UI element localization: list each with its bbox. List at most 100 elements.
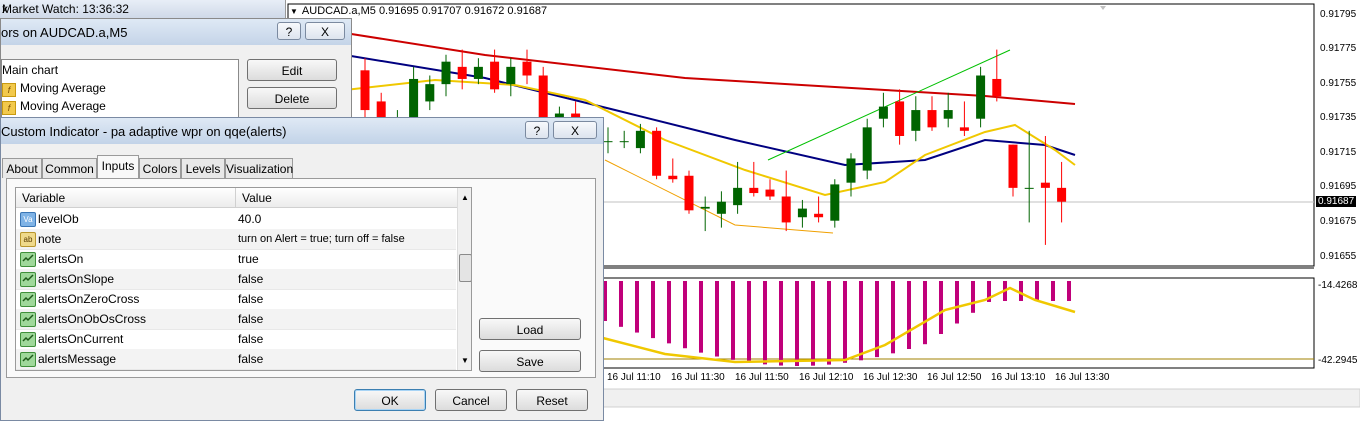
candle-body [684,175,694,211]
candle-body [490,61,500,90]
variable-name: alertsOnObOsCross [38,312,147,326]
price-axis-label: 0.91775 [1320,43,1357,54]
indicators-list-dialog: ors on AUDCAD.a,M5 ? X Main chart f Movi… [0,18,352,131]
tab-colors[interactable]: Colors [139,158,181,178]
chart-menu-arrow-icon[interactable]: ▼ [290,7,298,16]
edit-button[interactable]: Edit [247,59,337,81]
bool-icon [20,352,36,367]
histogram-bar [811,281,815,366]
table-row[interactable]: alertsOn true [16,249,456,270]
candle-body [1057,187,1067,202]
histogram-bar [955,281,959,324]
inputs-panel: Variable Value Va levelOb 40.0 ab note turn o… [6,178,596,378]
chart-header: ▼ AUDCAD.a,M5 0.91695 0.91707 0.91672 0.9… [290,5,547,17]
histogram-bar [843,281,847,363]
histogram-bar [699,281,703,353]
histogram-bar [1035,281,1039,301]
table-row[interactable]: alertsOnSlope false [16,269,456,290]
candle-body [716,201,726,214]
scroll-thumb[interactable] [459,254,471,282]
delete-button[interactable]: Delete [247,87,337,109]
candle-body [830,184,840,221]
bool-icon [20,272,36,287]
candle-body [473,66,483,79]
function-icon: f [2,101,16,115]
indicator-axis-label: -14.4268 [1318,280,1358,291]
tree-item-moving-average-1[interactable]: f Moving Average [2,81,232,99]
price-axis-label: 0.91715 [1320,147,1357,158]
close-icon[interactable]: x [2,2,281,16]
price-axis-label: 0.91755 [1320,78,1357,89]
scroll-up-icon[interactable]: ▲ [461,193,469,202]
table-row[interactable]: ab note turn on Alert = true; turn off = f… [16,229,456,250]
tree-item-moving-average-2[interactable]: f Moving Average [2,99,232,117]
indicators-dialog-titlebar: ors on AUDCAD.a,M5 ? X [1,19,351,45]
candle-body [814,213,824,218]
ok-button[interactable]: OK [354,389,426,411]
variable-value[interactable]: true [238,249,456,269]
variable-value[interactable]: false [238,289,456,309]
help-button[interactable]: ? [277,22,301,40]
column-header-variable[interactable]: Variable [16,188,236,208]
save-button[interactable]: Save [479,350,581,372]
histogram-bar [683,281,687,349]
table-row[interactable]: Va levelOb 40.0 [16,209,456,230]
candle-body [733,187,743,206]
candle-body [765,189,775,197]
tab-visualization[interactable]: Visualization [225,158,293,178]
candle-body [1040,182,1050,188]
tree-item-main-chart[interactable]: Main chart [2,63,58,81]
load-button[interactable]: Load [479,318,581,340]
table-row[interactable]: alertsMessage false [16,349,456,370]
close-button[interactable]: X [553,121,597,139]
candle-body [895,101,905,136]
table-row[interactable]: alertsOnCurrent false [16,329,456,350]
candle-body [538,75,548,119]
scroll-down-icon[interactable]: ▼ [461,356,469,365]
candle-body [360,70,370,111]
custom-indicator-dialog: Custom Indicator - pa adaptive wpr on qq… [0,117,604,421]
price-axis-label: 0.91695 [1320,181,1357,192]
column-header-value[interactable]: Value [236,188,457,208]
histogram-bar [795,281,799,366]
variable-name: alertsOn [38,252,84,266]
inputs-grid[interactable]: Variable Value Va levelOb 40.0 ab note turn o… [15,187,472,371]
histogram-bar [923,281,927,345]
variable-value[interactable]: false [238,329,456,349]
indicator-label: Moving Average [20,81,106,95]
histogram-bar [1067,281,1071,301]
variable-value[interactable]: false [238,269,456,289]
grid-scrollbar[interactable]: ▲ ▼ [457,188,471,370]
tab-levels[interactable]: Levels [181,158,225,178]
histogram-bar [1051,281,1055,301]
time-axis-label: 16 Jul 13:30 [1055,372,1110,383]
tab-common[interactable]: Common [42,158,97,178]
candle-body [441,61,451,85]
candle-body [878,106,888,119]
candle-body [992,78,1002,97]
candle-body [862,127,872,171]
candle-body [943,110,953,119]
cancel-button[interactable]: Cancel [435,389,507,411]
tab-about[interactable]: About [2,158,42,178]
reset-button[interactable]: Reset [516,389,588,411]
variable-name: levelOb [38,212,79,226]
market-watch-titlebar: Market Watch: 13:36:32 x [0,0,285,19]
table-row[interactable]: alertsOnObOsCross false [16,309,456,330]
tab-inputs[interactable]: Inputs [97,155,139,179]
variable-value[interactable]: turn on Alert = true; turn off = false [238,229,456,249]
candle-body [927,110,937,128]
candle-body [668,175,678,180]
time-axis-label: 16 Jul 11:30 [671,372,725,383]
table-row[interactable]: alertsOnZeroCross false [16,289,456,310]
histogram-bar [859,281,863,361]
variable-value[interactable]: false [238,349,456,369]
variable-value[interactable]: false [238,309,456,329]
close-button[interactable]: X [305,22,345,40]
variable-value[interactable]: 40.0 [238,209,456,229]
variable-name: alertsOnZeroCross [38,292,140,306]
custom-indicator-title: Custom Indicator - pa adaptive wpr on qq… [1,124,287,139]
candle-body [781,196,791,223]
help-button[interactable]: ? [525,121,549,139]
histogram-bar [1019,281,1023,301]
